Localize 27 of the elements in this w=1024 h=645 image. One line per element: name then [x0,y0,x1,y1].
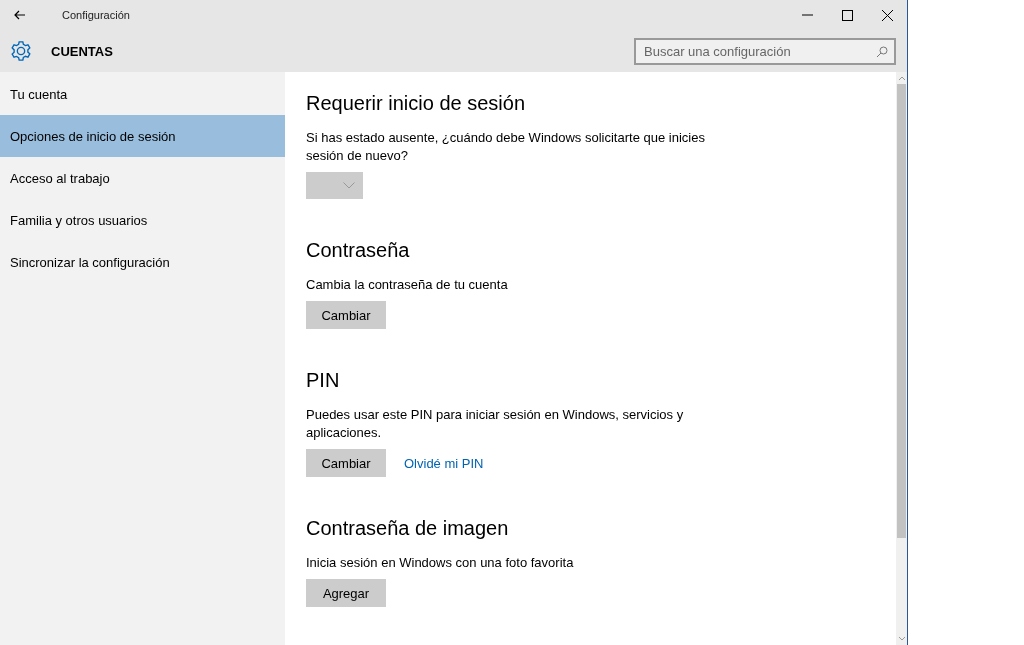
search-field[interactable]: Buscar una configuración [634,37,896,65]
settings-icon [10,40,32,62]
section-description: Cambia la contraseña de tu cuenta [306,276,509,294]
minimize-icon [801,14,813,16]
page-title: CUENTAS [51,43,114,59]
sidebar-item[interactable]: Tu cuenta [0,73,285,115]
close-icon [881,9,893,21]
chevron-down-icon [343,182,355,189]
action-button[interactable]: Agregar [306,579,386,607]
section-description: Si has estado ausente, ¿cuándo debe Windows solicitarte que inicies sesión de nuevo? [306,129,706,165]
maximize-icon [841,9,853,21]
section-heading: PIN [306,369,341,392]
sidebar-item[interactable]: Acceso al trabajo [0,157,285,199]
action-button[interactable]: Cambiar [306,449,386,477]
section-heading: Contraseña [306,239,411,262]
sidebar-item[interactable]: Familia y otros usuarios [0,199,285,241]
section-description: Puedes usar este PIN para iniciar sesión en Windows, servicios y aplicaciones. [306,406,685,442]
sidebar-item[interactable]: Sincronizar la configuración [0,241,285,283]
section-heading: Requerir inicio de sesión [306,92,526,115]
section-heading: Contraseña de imagen [306,517,510,540]
back-arrow-icon [14,10,26,20]
forgot-pin-link[interactable]: Olvidé mi PIN [404,455,484,471]
search-icon [876,45,888,58]
section-description: Inicia sesión en Windows con una foto favorita [306,554,575,572]
window-title: Configuración [62,9,131,21]
action-button[interactable]: Cambiar [306,301,386,329]
sidebar-item[interactable]: Opciones de inicio de sesión [0,115,285,157]
